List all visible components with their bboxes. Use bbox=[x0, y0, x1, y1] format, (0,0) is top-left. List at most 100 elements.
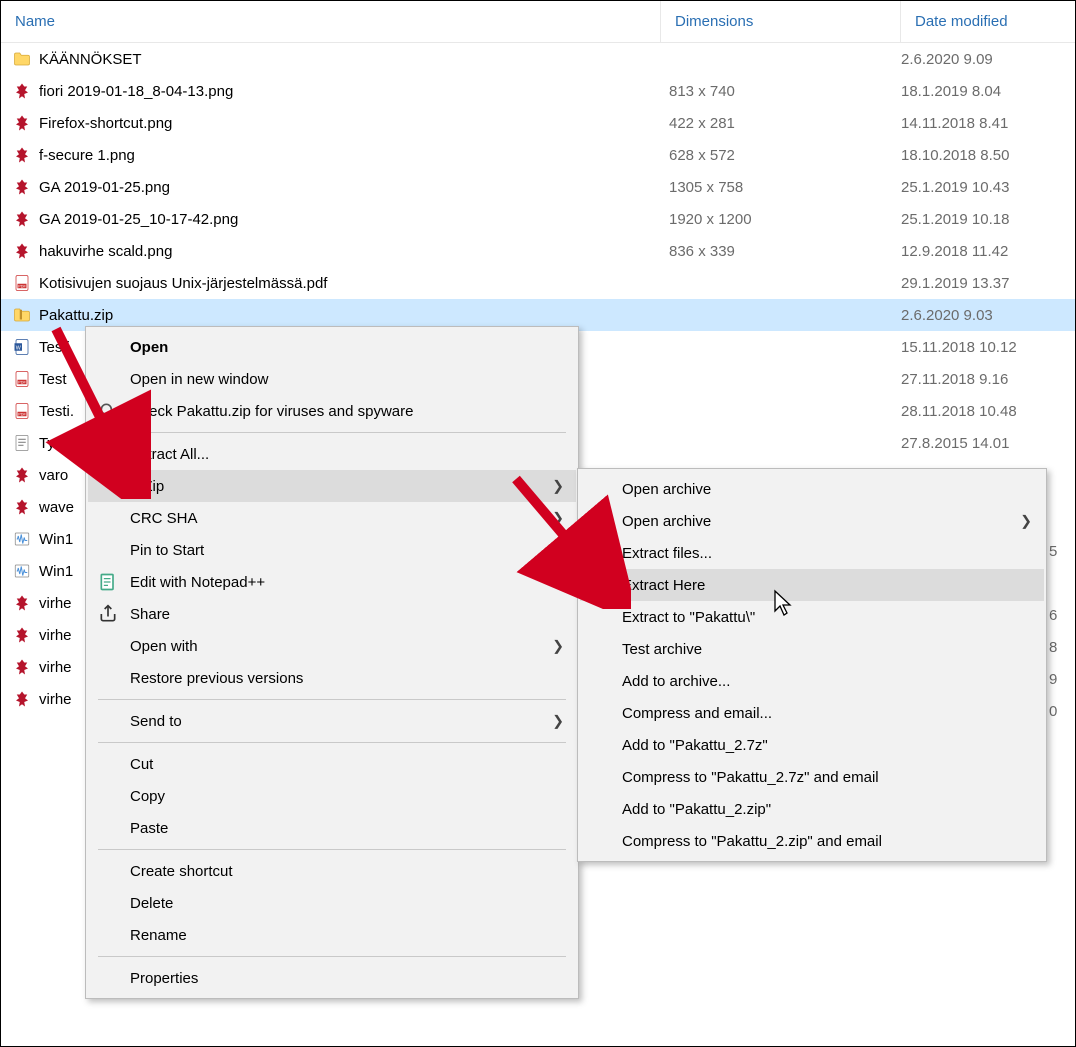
submenu-extract-here[interactable]: Extract Here bbox=[580, 569, 1044, 601]
png-icon bbox=[13, 210, 31, 228]
file-date: 18.1.2019 8.04 bbox=[901, 83, 1063, 100]
menu-paste[interactable]: Paste bbox=[88, 812, 576, 844]
file-date: 27.8.2015 14.01 bbox=[901, 435, 1063, 452]
submenu-compress-7z-email[interactable]: Compress to "Pakattu_2.7z" and email bbox=[580, 761, 1044, 793]
file-row[interactable]: PDFKotisivujen suojaus Unix-järjestelmäs… bbox=[1, 267, 1075, 299]
submenu-test-archive[interactable]: Test archive bbox=[580, 633, 1044, 665]
file-date: 25.1.2019 10.18 bbox=[901, 211, 1063, 228]
file-dimensions: 813 x 740 bbox=[661, 83, 901, 100]
png-icon bbox=[13, 82, 31, 100]
doc-icon: W bbox=[13, 338, 31, 356]
menu-rename[interactable]: Rename bbox=[88, 919, 576, 951]
menu-copy[interactable]: Copy bbox=[88, 780, 576, 812]
png-icon bbox=[13, 498, 31, 516]
menu-separator bbox=[98, 849, 566, 850]
column-header-row: Name Dimensions Date modified bbox=[1, 1, 1075, 43]
column-header-date[interactable]: Date modified bbox=[901, 1, 1075, 42]
file-name: Testi bbox=[39, 339, 70, 356]
chevron-right-icon: ❯ bbox=[552, 478, 564, 495]
submenu-add-7z[interactable]: Add to "Pakattu_2.7z" bbox=[580, 729, 1044, 761]
submenu-add-zip[interactable]: Add to "Pakattu_2.zip" bbox=[580, 793, 1044, 825]
file-name: wave bbox=[39, 499, 74, 516]
file-name: Win1 bbox=[39, 563, 73, 580]
chevron-right-icon: ❯ bbox=[1020, 513, 1032, 530]
menu-check-virus[interactable]: Check Pakattu.zip for viruses and spywar… bbox=[88, 395, 576, 427]
file-name: Testi. bbox=[39, 403, 74, 420]
png-icon bbox=[13, 242, 31, 260]
file-date: 2.6.2020 9.03 bbox=[901, 307, 1063, 324]
menu-separator bbox=[98, 956, 566, 957]
file-name: virhe bbox=[39, 691, 72, 708]
file-dimensions: 628 x 572 bbox=[661, 147, 901, 164]
png-icon bbox=[13, 178, 31, 196]
menu-open-new-window[interactable]: Open in new window bbox=[88, 363, 576, 395]
submenu-add-to-archive[interactable]: Add to archive... bbox=[580, 665, 1044, 697]
menu-crc-sha[interactable]: CRC SHA ❯ bbox=[88, 502, 576, 534]
audio-icon bbox=[13, 530, 31, 548]
file-name: virhe bbox=[39, 659, 72, 676]
notepad-icon bbox=[98, 572, 118, 592]
pdf-icon: PDF bbox=[13, 370, 31, 388]
png-icon bbox=[13, 114, 31, 132]
png-icon bbox=[13, 626, 31, 644]
file-row[interactable]: fiori 2019-01-18_8-04-13.png 813 x 74018.… bbox=[1, 75, 1075, 107]
menu-restore-versions[interactable]: Restore previous versions bbox=[88, 662, 576, 694]
context-menu: Open Open in new window Check Pakattu.zi… bbox=[85, 326, 579, 999]
column-header-dimensions[interactable]: Dimensions bbox=[661, 1, 901, 42]
file-date: 12.9.2018 11.42 bbox=[901, 243, 1063, 260]
menu-create-shortcut[interactable]: Create shortcut bbox=[88, 855, 576, 887]
file-row[interactable]: KÄÄNNÖKSET2.6.2020 9.09 bbox=[1, 43, 1075, 75]
file-dimensions: 1305 x 758 bbox=[661, 179, 901, 196]
zip-icon bbox=[13, 306, 31, 324]
menu-extract-all[interactable]: Extract All... bbox=[88, 438, 576, 470]
png-icon bbox=[13, 466, 31, 484]
menu-send-to[interactable]: Send to ❯ bbox=[88, 705, 576, 737]
folder-icon bbox=[13, 50, 31, 68]
file-date: 29.1.2019 13.37 bbox=[901, 275, 1063, 292]
menu-7zip[interactable]: 7-Zip ❯ bbox=[88, 470, 576, 502]
png-icon bbox=[13, 146, 31, 164]
submenu-7zip: Open archive Open archive ❯ Extract file… bbox=[577, 468, 1047, 862]
file-dimensions: 422 x 281 bbox=[661, 115, 901, 132]
menu-pin-start[interactable]: Pin to Start bbox=[88, 534, 576, 566]
menu-cut[interactable]: Cut bbox=[88, 748, 576, 780]
submenu-open-archive[interactable]: Open archive bbox=[580, 473, 1044, 505]
menu-edit-notepad[interactable]: Edit with Notepad++ bbox=[88, 566, 576, 598]
file-name: f-secure 1.png bbox=[39, 147, 135, 164]
file-name: fiori 2019-01-18_8-04-13.png bbox=[39, 83, 233, 100]
svg-text:PDF: PDF bbox=[18, 413, 26, 417]
truncated-date-digit: 0 bbox=[1049, 703, 1071, 720]
submenu-compress-email[interactable]: Compress and email... bbox=[580, 697, 1044, 729]
file-name: GA 2019-01-25_10-17-42.png bbox=[39, 211, 238, 228]
file-date: 25.1.2019 10.43 bbox=[901, 179, 1063, 196]
file-date: 2.6.2020 9.09 bbox=[901, 51, 1063, 68]
submenu-extract-to[interactable]: Extract to "Pakattu\" bbox=[580, 601, 1044, 633]
menu-open-with[interactable]: Open with ❯ bbox=[88, 630, 576, 662]
file-name: virhe bbox=[39, 595, 72, 612]
file-name: hakuvirhe scald.png bbox=[39, 243, 172, 260]
menu-delete[interactable]: Delete bbox=[88, 887, 576, 919]
file-row[interactable]: f-secure 1.png 628 x 57218.10.2018 8.50 bbox=[1, 139, 1075, 171]
file-name: virhe bbox=[39, 627, 72, 644]
file-dimensions: 836 x 339 bbox=[661, 243, 901, 260]
pdf-icon: PDF bbox=[13, 402, 31, 420]
file-date: 27.11.2018 9.16 bbox=[901, 371, 1063, 388]
menu-properties[interactable]: Properties bbox=[88, 962, 576, 994]
magnifier-icon bbox=[98, 401, 118, 421]
truncated-date-digit: 8 bbox=[1049, 639, 1071, 656]
file-date: 15.11.2018 10.12 bbox=[901, 339, 1063, 356]
truncated-date-digit: 9 bbox=[1049, 671, 1071, 688]
submenu-compress-zip-email[interactable]: Compress to "Pakattu_2.zip" and email bbox=[580, 825, 1044, 857]
file-row[interactable]: GA 2019-01-25.png1305 x 75825.1.2019 10.… bbox=[1, 171, 1075, 203]
menu-open[interactable]: Open bbox=[88, 331, 576, 363]
file-name: Test bbox=[39, 371, 67, 388]
submenu-extract-files[interactable]: Extract files... bbox=[580, 537, 1044, 569]
column-header-name[interactable]: Name bbox=[1, 1, 661, 42]
file-row[interactable]: hakuvirhe scald.png 836 x 33912.9.2018 11… bbox=[1, 235, 1075, 267]
file-row[interactable]: GA 2019-01-25_10-17-42.png1920 x 120025.… bbox=[1, 203, 1075, 235]
file-date: 18.10.2018 8.50 bbox=[901, 147, 1063, 164]
menu-share[interactable]: Share bbox=[88, 598, 576, 630]
submenu-open-archive-2[interactable]: Open archive ❯ bbox=[580, 505, 1044, 537]
file-name: Kotisivujen suojaus Unix-järjestelmässä.… bbox=[39, 275, 327, 292]
file-row[interactable]: Firefox-shortcut.png422 x 28114.11.2018 … bbox=[1, 107, 1075, 139]
